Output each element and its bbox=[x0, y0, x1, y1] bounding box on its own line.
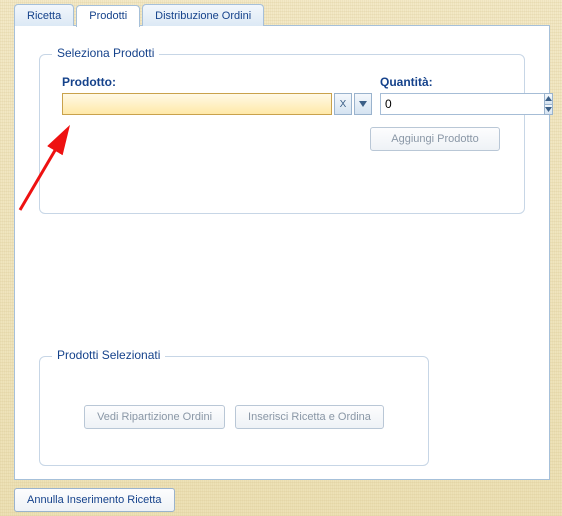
annulla-inserimento-button[interactable]: Annulla Inserimento Ricetta bbox=[14, 488, 175, 512]
prodotto-input[interactable] bbox=[62, 93, 332, 115]
clear-icon: X bbox=[340, 99, 347, 110]
selezionati-legend: Prodotti Selezionati bbox=[52, 348, 165, 362]
prodotti-selezionati-fieldset: Prodotti Selezionati Vedi Ripartizione O… bbox=[39, 356, 429, 466]
quantita-input[interactable] bbox=[380, 93, 545, 115]
inserisci-ricetta-button[interactable]: Inserisci Ricetta e Ordina bbox=[235, 405, 384, 429]
aggiungi-prodotto-button[interactable]: Aggiungi Prodotto bbox=[370, 127, 500, 151]
quantita-label: Quantità: bbox=[380, 75, 500, 89]
tab-panel: Seleziona Prodotti Prodotto: X Quan bbox=[14, 25, 550, 480]
quantita-spinner bbox=[380, 93, 450, 115]
quantita-down-button[interactable] bbox=[544, 105, 553, 116]
quantita-up-button[interactable] bbox=[544, 93, 553, 105]
prodotto-combo: X bbox=[62, 93, 372, 115]
chevron-down-icon bbox=[545, 107, 552, 112]
prodotto-clear-button[interactable]: X bbox=[334, 93, 352, 115]
chevron-down-icon bbox=[359, 99, 367, 110]
vedi-ripartizione-button[interactable]: Vedi Ripartizione Ordini bbox=[84, 405, 225, 429]
prodotto-dropdown-button[interactable] bbox=[354, 93, 372, 115]
prodotto-label: Prodotto: bbox=[62, 75, 372, 89]
seleziona-legend: Seleziona Prodotti bbox=[52, 46, 159, 60]
tab-prodotti[interactable]: Prodotti bbox=[76, 5, 140, 27]
tab-ricetta[interactable]: Ricetta bbox=[14, 4, 74, 26]
tab-distribuzione[interactable]: Distribuzione Ordini bbox=[142, 4, 264, 26]
chevron-up-icon bbox=[545, 96, 552, 101]
tab-strip: Ricetta Prodotti Distribuzione Ordini bbox=[14, 4, 266, 26]
seleziona-prodotti-fieldset: Seleziona Prodotti Prodotto: X Quan bbox=[39, 54, 525, 214]
